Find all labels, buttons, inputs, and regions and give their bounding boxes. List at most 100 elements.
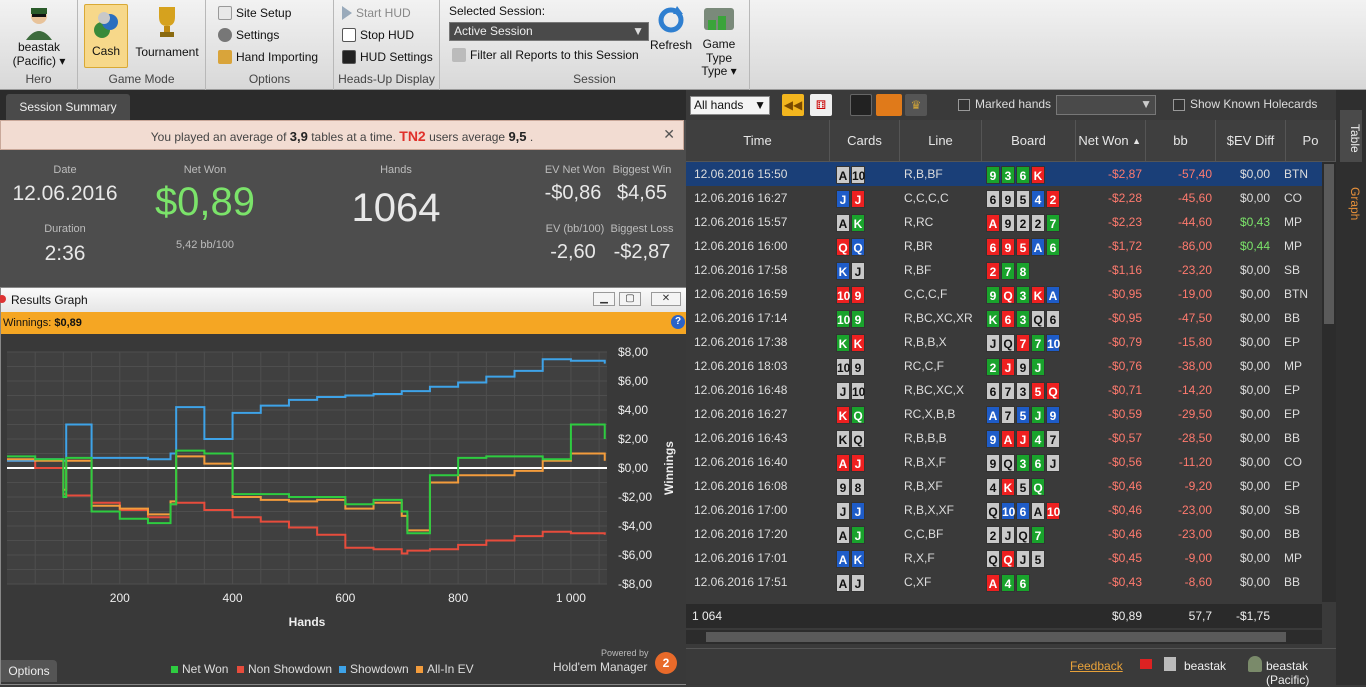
col-cards[interactable]: Cards xyxy=(830,120,900,162)
legend-all-in-ev-swatch xyxy=(416,666,423,673)
table-row[interactable]: 12.06.2016 16:08 9 8 R,B,XF 4 K 5 Q -$0,46 -9,20 $… xyxy=(686,474,1322,498)
table-row[interactable]: 12.06.2016 16:40 A J R,B,X,F 9 Q 3 6 J -$0,56 -11,… xyxy=(686,450,1322,474)
cell-cards: A 10 xyxy=(836,162,866,186)
col-net-won[interactable]: Net Won ▲ xyxy=(1076,120,1146,162)
cell-ev-diff: $0,44 xyxy=(1239,239,1270,253)
close-icon[interactable]: ✕ xyxy=(663,119,675,149)
filter-session-button[interactable]: Filter all Reports to this Session xyxy=(452,48,639,62)
table-row[interactable]: 12.06.2016 16:59 10 9 C,C,C,F 9 Q 3 K A -$0,95 -19… xyxy=(686,282,1322,306)
board-card: 4 xyxy=(1031,429,1045,448)
table-row[interactable]: 12.06.2016 17:51 A J C,XF A 4 6 -$0,43 -8,60 $0,0… xyxy=(686,570,1322,594)
cell-bb: -23,00 xyxy=(1177,503,1212,517)
chevron-down-icon: ▼ xyxy=(632,24,644,38)
hole-card: J xyxy=(836,189,850,208)
board-card: 9 xyxy=(986,165,1000,184)
tab-session-summary[interactable]: Session Summary xyxy=(6,94,130,120)
col-board[interactable]: Board xyxy=(982,120,1076,162)
hole-card: 10 xyxy=(836,357,850,376)
show-known-checkbox[interactable] xyxy=(1173,99,1185,111)
col-line[interactable]: Line xyxy=(900,120,982,162)
close-window-button[interactable]: ✕ xyxy=(651,292,681,306)
feedback-link[interactable]: Feedback xyxy=(1070,659,1123,673)
results-graph-titlebar[interactable]: Results Graph ▁ ▢ ✕ xyxy=(0,288,689,312)
chevron-down-icon: ▼ xyxy=(754,98,766,112)
tab-table[interactable]: Table xyxy=(1340,110,1362,162)
hands-filter-select[interactable]: All hands ▼ xyxy=(690,96,770,115)
totals-ev: -$1,75 xyxy=(1235,609,1270,623)
table-row[interactable]: 12.06.2016 17:01 A K R,X,F Q Q J 5 -$0,45 -9,00 $0… xyxy=(686,546,1322,570)
minimize-button[interactable]: ▁ xyxy=(593,292,615,306)
table-row[interactable]: 12.06.2016 16:00 Q Q R,BR 6 9 5 A 6 -$1,72 -86,00 $… xyxy=(686,234,1322,258)
y-tick-label: $0,00 xyxy=(618,461,648,475)
dice-icon[interactable]: ⚅ xyxy=(810,94,832,116)
cell-cards: JJ xyxy=(836,498,866,522)
settings-button[interactable]: Settings xyxy=(218,28,279,42)
hero-button[interactable]: beastak (Pacific) ▾ xyxy=(4,4,74,68)
scrollbar-thumb[interactable] xyxy=(1324,164,1334,324)
tab-graph[interactable]: Graph xyxy=(1340,182,1362,226)
board-card: 6 xyxy=(986,189,1000,208)
cell-time: 12.06.2016 16:43 xyxy=(694,431,788,445)
table-row[interactable]: 12.06.2016 15:50 A 10 R,B,BF 9 3 6 K -$2,87 -57,4… xyxy=(686,162,1322,186)
cell-net-won: -$0,46 xyxy=(1107,479,1142,493)
table-row[interactable]: 12.06.2016 17:38 K K R,B,B,X J Q 7 7 10 -$0,79 -15… xyxy=(686,330,1322,354)
table-row[interactable]: 12.06.2016 16:27 J J C,C,C,C 6 9 5 4 2 -$2,28 -45,… xyxy=(686,186,1322,210)
game-type-label: Game Type xyxy=(702,37,736,65)
board-card: 9 xyxy=(1001,189,1015,208)
table-row[interactable]: 12.06.2016 17:20 A J C,C,BF 2 J Q 7 -$0,46 -23,00… xyxy=(686,522,1322,546)
options-button[interactable]: Options xyxy=(1,660,57,682)
table-row[interactable]: 12.06.2016 17:58 K J R,BF 2 7 8 -$1,16 -23,20 $0,… xyxy=(686,258,1322,282)
table-row[interactable]: 12.06.2016 16:43 K Q R,B,B,B 9 A J 4 7 -$0,57 -28,… xyxy=(686,426,1322,450)
table-row[interactable]: 12.06.2016 17:14 10 9 R,BC,XC,XR K 6 3 Q 6 -$0,95… xyxy=(686,306,1322,330)
notice-text-mid: tables at a time. xyxy=(311,130,396,144)
stop-hud-button[interactable]: Stop HUD xyxy=(342,28,414,42)
hands-table-header: Time Cards Line Board Net Won ▲ bb $EV Di… xyxy=(686,120,1336,162)
grid-icon[interactable] xyxy=(850,94,872,116)
refresh-icon xyxy=(658,6,684,33)
cell-time: 12.06.2016 17:01 xyxy=(694,551,788,565)
refresh-button[interactable]: Refresh xyxy=(650,4,692,52)
board-card: 4 xyxy=(1031,189,1045,208)
hud-settings-button[interactable]: HUD Settings xyxy=(342,50,433,64)
gear-icon xyxy=(218,28,232,42)
col-ev-diff[interactable]: $EV Diff xyxy=(1216,120,1286,162)
site-setup-button[interactable]: Site Setup xyxy=(218,6,291,20)
col-bb[interactable]: bb xyxy=(1146,120,1216,162)
board-card: 9 xyxy=(1001,213,1015,232)
cell-cards: 10 9 xyxy=(836,282,866,306)
start-hud-button[interactable]: Start HUD xyxy=(342,6,411,20)
table-row[interactable]: 12.06.2016 16:48 J 10 R,BC,XC,X 6 7 3 5 Q -$0,71 -… xyxy=(686,378,1322,402)
notice-text-post: users average xyxy=(429,130,506,144)
table-row[interactable]: 12.06.2016 17:00 J J R,B,X,XF Q 10 6 A 10 -$0,46-… xyxy=(686,498,1322,522)
cell-cards: AJ xyxy=(836,450,866,474)
board-card: 7 xyxy=(1001,381,1015,400)
session-select[interactable]: Active Session ▼ xyxy=(449,22,649,41)
table-row[interactable]: 12.06.2016 15:57 A K R,RC A 9 2 2 7 -$2,23 -44,60 $… xyxy=(686,210,1322,234)
cell-board: 69542 xyxy=(986,186,1061,210)
bb100-value: 5,42 bb/100 xyxy=(175,239,235,251)
trophy-icon[interactable]: ♛ xyxy=(905,94,927,116)
board-card: 6 xyxy=(1031,453,1045,472)
cell-line: R,B,BF xyxy=(904,167,943,181)
horizontal-scrollbar[interactable] xyxy=(686,630,1322,644)
table-scrollbar[interactable] xyxy=(1322,162,1336,602)
y-tick-label: $8,00 xyxy=(618,345,648,359)
col-position[interactable]: Po xyxy=(1286,120,1336,162)
maximize-button[interactable]: ▢ xyxy=(619,292,641,306)
net-won-value: $0,89 xyxy=(154,180,256,224)
cash-button[interactable]: Cash xyxy=(84,4,128,68)
col-time[interactable]: Time xyxy=(686,120,830,162)
horizontal-scrollbar-thumb[interactable] xyxy=(706,632,1286,642)
help-icon[interactable]: ? xyxy=(671,315,685,329)
rewind-icon[interactable]: ◀◀ xyxy=(782,94,804,116)
cell-bb: -9,00 xyxy=(1184,551,1212,565)
tournament-button[interactable]: Tournament xyxy=(130,4,204,59)
hand-importing-button[interactable]: Hand Importing xyxy=(218,50,318,64)
cell-time: 12.06.2016 18:03 xyxy=(694,359,788,373)
table-row[interactable]: 12.06.2016 16:27 K Q RC,X,B,B A 7 5 J 9 -$0,59 -29… xyxy=(686,402,1322,426)
bar-chart-icon[interactable] xyxy=(876,94,902,116)
game-type-button[interactable]: Game Type Type ▾ xyxy=(694,4,744,77)
marked-hands-select[interactable]: ▼ xyxy=(1056,95,1156,115)
table-row[interactable]: 12.06.2016 18:03 10 9 RC,C,F 2 J 9 J -$0,76 -38,0… xyxy=(686,354,1322,378)
marked-hands-checkbox[interactable] xyxy=(958,99,970,111)
